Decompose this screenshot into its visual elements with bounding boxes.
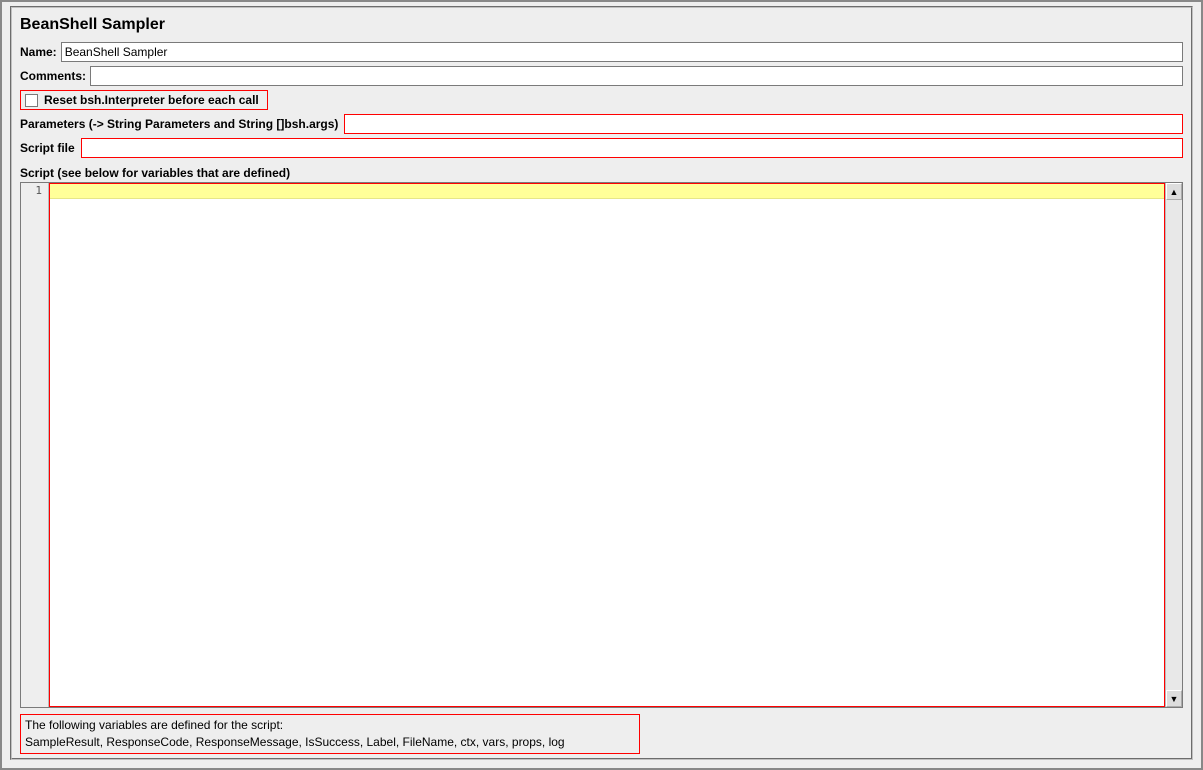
- scriptfile-row: Script file: [20, 138, 1183, 158]
- script-textarea[interactable]: [49, 183, 1165, 707]
- scriptfile-label: Script file: [20, 141, 79, 155]
- name-input[interactable]: BeanShell Sampler: [61, 42, 1183, 62]
- vertical-scrollbar[interactable]: ▲ ▼: [1165, 183, 1182, 707]
- code-area-wrap: [49, 183, 1165, 707]
- reset-interpreter-label: Reset bsh.Interpreter before each call: [44, 93, 263, 107]
- scroll-down-button[interactable]: ▼: [1166, 690, 1182, 707]
- name-label: Name:: [20, 45, 61, 59]
- comments-row: Comments:: [20, 66, 1183, 86]
- scroll-up-button[interactable]: ▲: [1166, 183, 1182, 200]
- script-editor: 1 ▲ ▼: [20, 182, 1183, 708]
- reset-interpreter-highlight: Reset bsh.Interpreter before each call: [20, 90, 1183, 112]
- script-section-label: Script (see below for variables that are…: [20, 166, 1183, 180]
- footer-line2: SampleResult, ResponseCode, ResponseMess…: [25, 734, 635, 751]
- editor-gutter: 1: [21, 183, 49, 707]
- name-row: Name: BeanShell Sampler: [20, 42, 1183, 62]
- main-panel: BeanShell Sampler Name: BeanShell Sample…: [10, 6, 1193, 760]
- scroll-track[interactable]: [1166, 200, 1182, 690]
- parameters-row: Parameters (-> String Parameters and Str…: [20, 114, 1183, 134]
- reset-interpreter-row: Reset bsh.Interpreter before each call: [20, 90, 268, 110]
- panel-inner: BeanShell Sampler Name: BeanShell Sample…: [12, 8, 1191, 758]
- gutter-line-1: 1: [21, 184, 42, 197]
- parameters-input[interactable]: [344, 114, 1183, 134]
- footer-variables-box: The following variables are defined for …: [20, 714, 640, 754]
- reset-interpreter-checkbox[interactable]: [25, 94, 38, 107]
- parameters-label: Parameters (-> String Parameters and Str…: [20, 117, 342, 131]
- window-frame: BeanShell Sampler Name: BeanShell Sample…: [0, 0, 1203, 770]
- comments-label: Comments:: [20, 69, 90, 83]
- scriptfile-input[interactable]: [81, 138, 1183, 158]
- panel-title: BeanShell Sampler: [20, 10, 1183, 42]
- footer-line1: The following variables are defined for …: [25, 717, 635, 734]
- comments-input[interactable]: [90, 66, 1183, 86]
